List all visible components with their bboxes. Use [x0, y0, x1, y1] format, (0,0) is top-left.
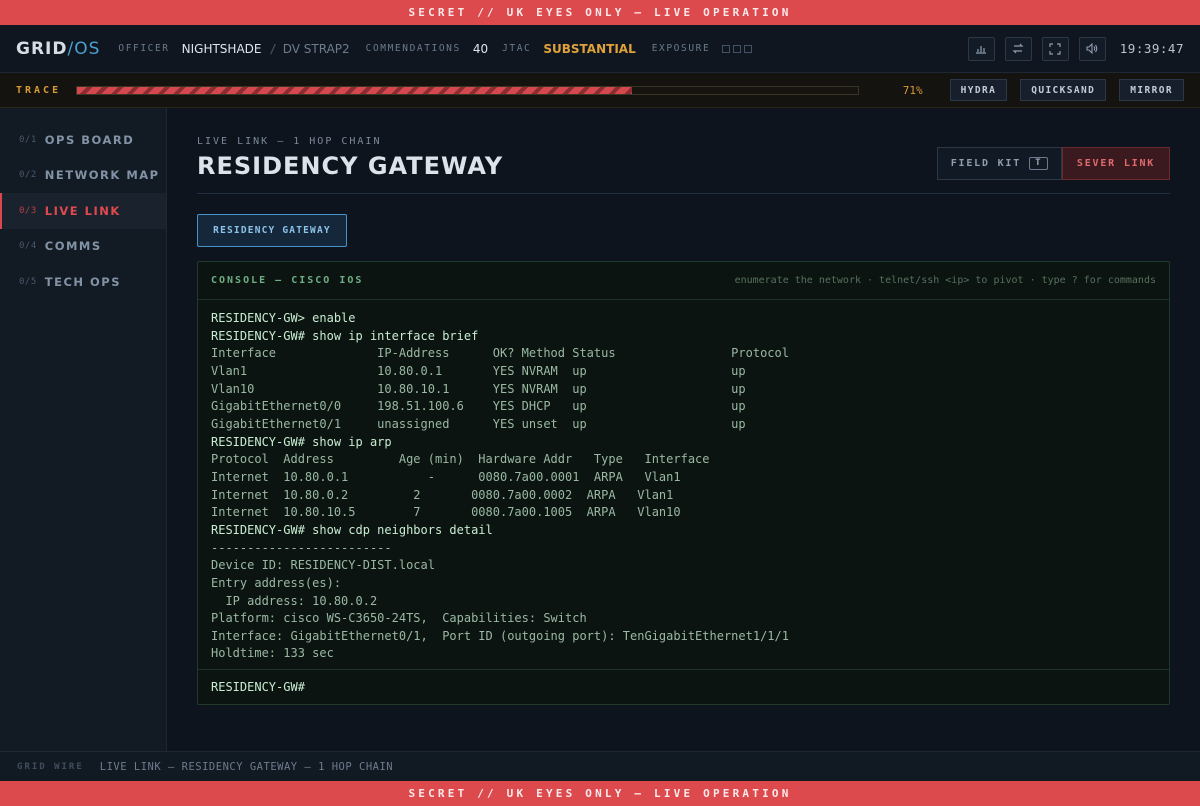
- classification-text: SECRET // UK EYES ONLY — LIVE OPERATION: [408, 6, 792, 19]
- console-output-line: Vlan10 10.80.10.1 YES NVRAM up up: [211, 381, 746, 396]
- sidebar-item-number: 0/3: [19, 205, 37, 216]
- page-subtitle: LIVE LINK — 1 HOP CHAIN: [197, 136, 382, 147]
- jtac-label: JTAC: [502, 43, 532, 54]
- console-command-line: RESIDENCY-GW# show ip arp: [211, 434, 392, 449]
- sidebar-item-number: 0/1: [19, 134, 37, 145]
- swap-icon[interactable]: [1004, 36, 1032, 61]
- logo-os: OS: [74, 38, 101, 59]
- sidebar-item-number: 0/5: [19, 276, 37, 287]
- console-prompt: RESIDENCY-GW#: [211, 680, 305, 694]
- console-input[interactable]: [308, 680, 1156, 694]
- officer-callsign: DV STRAP2: [282, 41, 350, 56]
- console-header: CONSOLE — CISCO IOS enumerate the networ…: [198, 262, 1169, 300]
- hydra-button[interactable]: HYDRA: [949, 79, 1008, 101]
- sidebar-item-number: 0/2: [19, 170, 37, 181]
- console-output: RESIDENCY-GW> enable RESIDENCY-GW# show i…: [198, 300, 1169, 670]
- jtac-value: SUBSTANTIAL: [543, 41, 636, 56]
- console-command-line: RESIDENCY-GW# show ip interface brief: [211, 328, 479, 343]
- trace-percent: 71%: [902, 83, 923, 97]
- console-output-line: Interface IP-Address OK? Method Status P…: [211, 346, 789, 361]
- exposure-box: [722, 44, 731, 53]
- console-output-line: Protocol Address Age (min) Hardware Addr…: [211, 452, 710, 467]
- sidebar-item-comms[interactable]: 0/4 COMMS: [0, 229, 166, 265]
- classification-banner-bottom: SECRET // UK EYES ONLY — LIVE OPERATION: [0, 781, 1200, 806]
- console-command-line: RESIDENCY-GW# show cdp neighbors detail: [211, 522, 493, 537]
- exposure-label: EXPOSURE: [651, 43, 711, 54]
- sever-link-button[interactable]: SEVER LINK: [1062, 147, 1170, 180]
- console-output-line: GigabitEthernet0/1 unassigned YES unset …: [211, 416, 746, 431]
- console-input-row: RESIDENCY-GW#: [198, 669, 1169, 704]
- sidebar-item-number: 0/4: [19, 241, 37, 252]
- page-title: RESIDENCY GATEWAY: [197, 152, 504, 180]
- officer-label: OFFICER: [118, 43, 170, 54]
- top-header: GRID/OS OFFICER NIGHTSHADE / DV STRAP2 C…: [0, 25, 1200, 73]
- console-output-line: Holdtime: 133 sec: [211, 646, 334, 661]
- volume-icon[interactable]: [1078, 36, 1106, 61]
- console-output-line: GigabitEthernet0/0 198.51.100.6 YES DHCP…: [211, 399, 746, 414]
- footer-label: GRID WIRE: [17, 761, 84, 772]
- sidebar-item-label: OPS BOARD: [44, 132, 135, 147]
- console-output-line: Interface: GigabitEthernet0/1, Port ID (…: [211, 628, 789, 643]
- app-logo: GRID/OS: [16, 39, 100, 59]
- logo-grid: GRID: [16, 38, 68, 59]
- exposure-box: [744, 44, 753, 53]
- trace-progress-fill: [77, 86, 632, 94]
- sidebar-item-network-map[interactable]: 0/2 NETWORK MAP: [0, 158, 166, 194]
- trace-bar: TRACE 71% HYDRA QUICKSAND MIRROR: [0, 73, 1200, 108]
- console-title: CONSOLE — CISCO IOS: [211, 275, 364, 286]
- clock: 19:39:47: [1119, 41, 1184, 56]
- field-kit-button[interactable]: FIELD KIT T: [937, 147, 1062, 180]
- console-output-line: IP address: 10.80.0.2: [211, 593, 378, 608]
- sidebar-item-label: COMMS: [44, 239, 102, 254]
- officer-name: NIGHTSHADE: [181, 41, 262, 56]
- quicksand-button[interactable]: QUICKSAND: [1020, 79, 1107, 101]
- main-panel: LIVE LINK — 1 HOP CHAIN RESIDENCY GATEWA…: [167, 108, 1200, 751]
- node-chip-residency-gateway[interactable]: RESIDENCY GATEWAY: [197, 214, 347, 247]
- keyboard-shortcut-badge: T: [1029, 157, 1049, 170]
- commendations-value: 40: [472, 41, 489, 56]
- field-kit-label: FIELD KIT: [950, 158, 1022, 169]
- console-hint: enumerate the network · telnet/ssh <ip> …: [734, 275, 1156, 286]
- commendations-label: COMMENDATIONS: [365, 43, 461, 54]
- mirror-button[interactable]: MIRROR: [1119, 79, 1184, 101]
- trace-progress: [76, 85, 859, 95]
- officer-separator: /: [269, 41, 277, 56]
- console-command-line: RESIDENCY-GW> enable: [211, 311, 356, 325]
- console-output-line: Device ID: RESIDENCY-DIST.local: [211, 558, 435, 573]
- console-panel: CONSOLE — CISCO IOS enumerate the networ…: [197, 261, 1170, 705]
- console-output-line: Vlan1 10.80.0.1 YES NVRAM up up: [211, 363, 746, 378]
- console-output-line: Internet 10.80.10.5 7 0080.7a00.1005 ARP…: [211, 505, 681, 520]
- console-output-line: Platform: cisco WS-C3650-24TS, Capabilit…: [211, 611, 587, 626]
- footer-status-text: LIVE LINK — RESIDENCY GATEWAY — 1 HOP CH…: [99, 760, 394, 773]
- exposure-meter: [722, 44, 753, 53]
- fullscreen-icon[interactable]: [1041, 36, 1069, 61]
- exposure-box: [733, 44, 742, 53]
- sidebar-item-label: LIVE LINK: [44, 203, 121, 218]
- status-footer: GRID WIRE LIVE LINK — RESIDENCY GATEWAY …: [0, 751, 1200, 781]
- console-output-line: Internet 10.80.0.1 - 0080.7a00.0001 ARPA…: [211, 469, 681, 484]
- sidebar: 0/1 OPS BOARD 0/2 NETWORK MAP 0/3 LIVE L…: [0, 108, 167, 751]
- bar-chart-icon[interactable]: [967, 36, 995, 61]
- trace-label: TRACE: [16, 84, 62, 96]
- console-output-line: Internet 10.80.0.2 2 0080.7a00.0002 ARPA…: [211, 487, 674, 502]
- divider: [197, 193, 1170, 194]
- classification-banner-top: SECRET // UK EYES ONLY — LIVE OPERATION: [0, 0, 1200, 25]
- sidebar-item-label: TECH OPS: [44, 274, 122, 289]
- console-output-line: -------------------------: [211, 540, 392, 555]
- sidebar-item-ops-board[interactable]: 0/1 OPS BOARD: [0, 122, 166, 158]
- header-controls: 19:39:47: [967, 36, 1184, 61]
- sidebar-item-label: NETWORK MAP: [44, 168, 160, 183]
- sidebar-item-tech-ops[interactable]: 0/5 TECH OPS: [0, 264, 166, 300]
- classification-text: SECRET // UK EYES ONLY — LIVE OPERATION: [408, 787, 792, 800]
- sidebar-item-live-link[interactable]: 0/3 LIVE LINK: [0, 193, 166, 229]
- title-actions: FIELD KIT T SEVER LINK: [937, 147, 1170, 180]
- console-output-line: Entry address(es):: [211, 575, 342, 590]
